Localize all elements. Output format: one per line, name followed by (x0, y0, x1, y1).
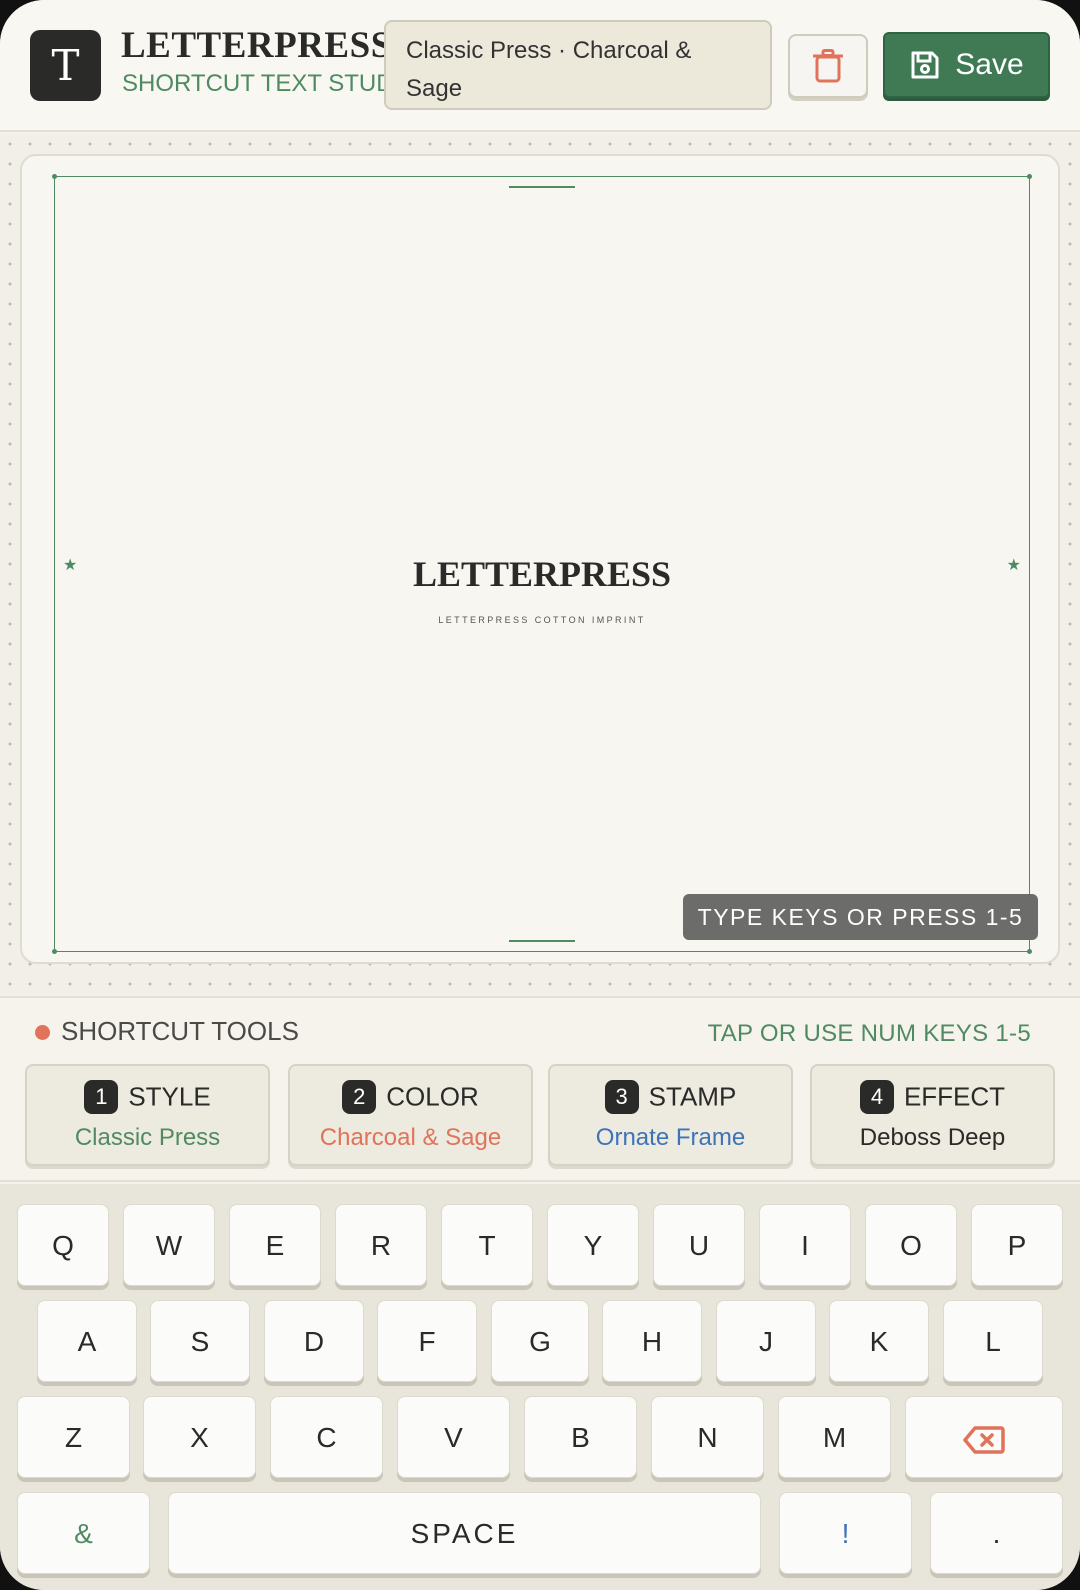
frame-corner (52, 174, 57, 179)
tool-value: Ornate Frame (595, 1124, 746, 1151)
shortcut-number-badge: 3 (604, 1080, 639, 1115)
key-p[interactable]: P (971, 1204, 1063, 1286)
tool-stamp-button[interactable]: 3 STAMP Ornate Frame (548, 1064, 793, 1166)
backspace-key[interactable] (905, 1396, 1063, 1478)
shortcut-number-badge: 2 (342, 1080, 377, 1115)
key-d[interactable]: D (264, 1300, 364, 1382)
key-w[interactable]: W (123, 1204, 215, 1286)
shortcut-number-badge: 1 (84, 1080, 119, 1115)
key-m[interactable]: M (778, 1396, 891, 1478)
key-j[interactable]: J (716, 1300, 816, 1382)
tool-color-button[interactable]: 2 COLOR Charcoal & Sage (288, 1064, 533, 1166)
key-q[interactable]: Q (17, 1204, 109, 1286)
shortcut-number-badge: 4 (859, 1080, 894, 1115)
key-i[interactable]: I (759, 1204, 851, 1286)
canvas-subtitle: LETTERPRESS COTTON IMPRINT (438, 615, 646, 625)
ornate-frame: ★ ★ LETTERPRESS LETTERPRESS COTTON IMPRI… (52, 174, 1032, 954)
frame-top-rule (509, 186, 575, 188)
app-window: T LETTERPRESS SHORTCUT TEXT STUDIO Class… (0, 0, 1080, 1590)
key-c[interactable]: C (270, 1396, 383, 1478)
key-o[interactable]: O (865, 1204, 957, 1286)
canvas-card[interactable]: ★ ★ LETTERPRESS LETTERPRESS COTTON IMPRI… (20, 154, 1060, 964)
key-e[interactable]: E (229, 1204, 321, 1286)
delete-button[interactable] (788, 34, 868, 98)
tool-value: Charcoal & Sage (319, 1124, 502, 1151)
key-ampersand[interactable]: & (17, 1492, 150, 1574)
brand-title: LETTERPRESS (121, 25, 392, 66)
key-period[interactable]: . (930, 1492, 1063, 1574)
frame-corner (52, 949, 57, 954)
space-key[interactable]: SPACE (168, 1492, 761, 1574)
app-logo: T (30, 30, 101, 101)
on-screen-keyboard: Q W E R T Y U I O P A S D F G H J K L Z … (0, 1184, 1080, 1590)
key-u[interactable]: U (653, 1204, 745, 1286)
backspace-icon (963, 1425, 1005, 1454)
key-k[interactable]: K (829, 1300, 929, 1382)
tool-label: STYLE (128, 1081, 211, 1112)
status-dot (35, 1025, 50, 1040)
key-f[interactable]: F (377, 1300, 477, 1382)
key-exclamation[interactable]: ! (779, 1492, 912, 1574)
canvas-area: ★ ★ LETTERPRESS LETTERPRESS COTTON IMPRI… (0, 134, 1080, 994)
key-s[interactable]: S (150, 1300, 250, 1382)
tool-value: Classic Press (74, 1124, 221, 1151)
key-x[interactable]: X (143, 1396, 256, 1478)
canvas-title: LETTERPRESS (412, 554, 672, 594)
tool-label: STAMP (648, 1081, 737, 1112)
tools-title: SHORTCUT TOOLS (61, 1016, 299, 1046)
tool-effect-button[interactable]: 4 EFFECT Deboss Deep (810, 1064, 1055, 1166)
save-label: Save (955, 48, 1024, 81)
key-r[interactable]: R (335, 1204, 427, 1286)
keyboard-hint-badge: TYPE KEYS OR PRESS 1-5 (683, 894, 1038, 940)
brand-subtitle: SHORTCUT TEXT STUDIO (122, 70, 419, 97)
trash-icon (813, 49, 843, 83)
save-button[interactable]: Save (883, 32, 1050, 98)
tool-label: EFFECT (903, 1081, 1006, 1112)
tool-style-button[interactable]: 1 STYLE Classic Press (25, 1064, 270, 1166)
frame-bottom-rule (509, 940, 575, 942)
key-t[interactable]: T (441, 1204, 533, 1286)
tool-label: COLOR (386, 1081, 479, 1112)
app-header: T LETTERPRESS SHORTCUT TEXT STUDIO Class… (0, 0, 1080, 132)
key-y[interactable]: Y (547, 1204, 639, 1286)
key-l[interactable]: L (943, 1300, 1043, 1382)
key-a[interactable]: A (37, 1300, 137, 1382)
save-icon (911, 51, 939, 79)
key-z[interactable]: Z (17, 1396, 130, 1478)
preset-selector[interactable]: Classic Press · Charcoal & Sage (384, 20, 772, 110)
key-n[interactable]: N (651, 1396, 764, 1478)
tools-hint: TAP OR USE NUM KEYS 1-5 (707, 1020, 1031, 1047)
tool-value: Deboss Deep (859, 1124, 1006, 1151)
frame-corner (1027, 174, 1032, 179)
key-g[interactable]: G (491, 1300, 589, 1382)
key-h[interactable]: H (602, 1300, 702, 1382)
key-v[interactable]: V (397, 1396, 510, 1478)
key-b[interactable]: B (524, 1396, 637, 1478)
frame-corner (1027, 949, 1032, 954)
shortcut-tools-panel: SHORTCUT TOOLS TAP OR USE NUM KEYS 1-5 1… (0, 996, 1080, 1182)
